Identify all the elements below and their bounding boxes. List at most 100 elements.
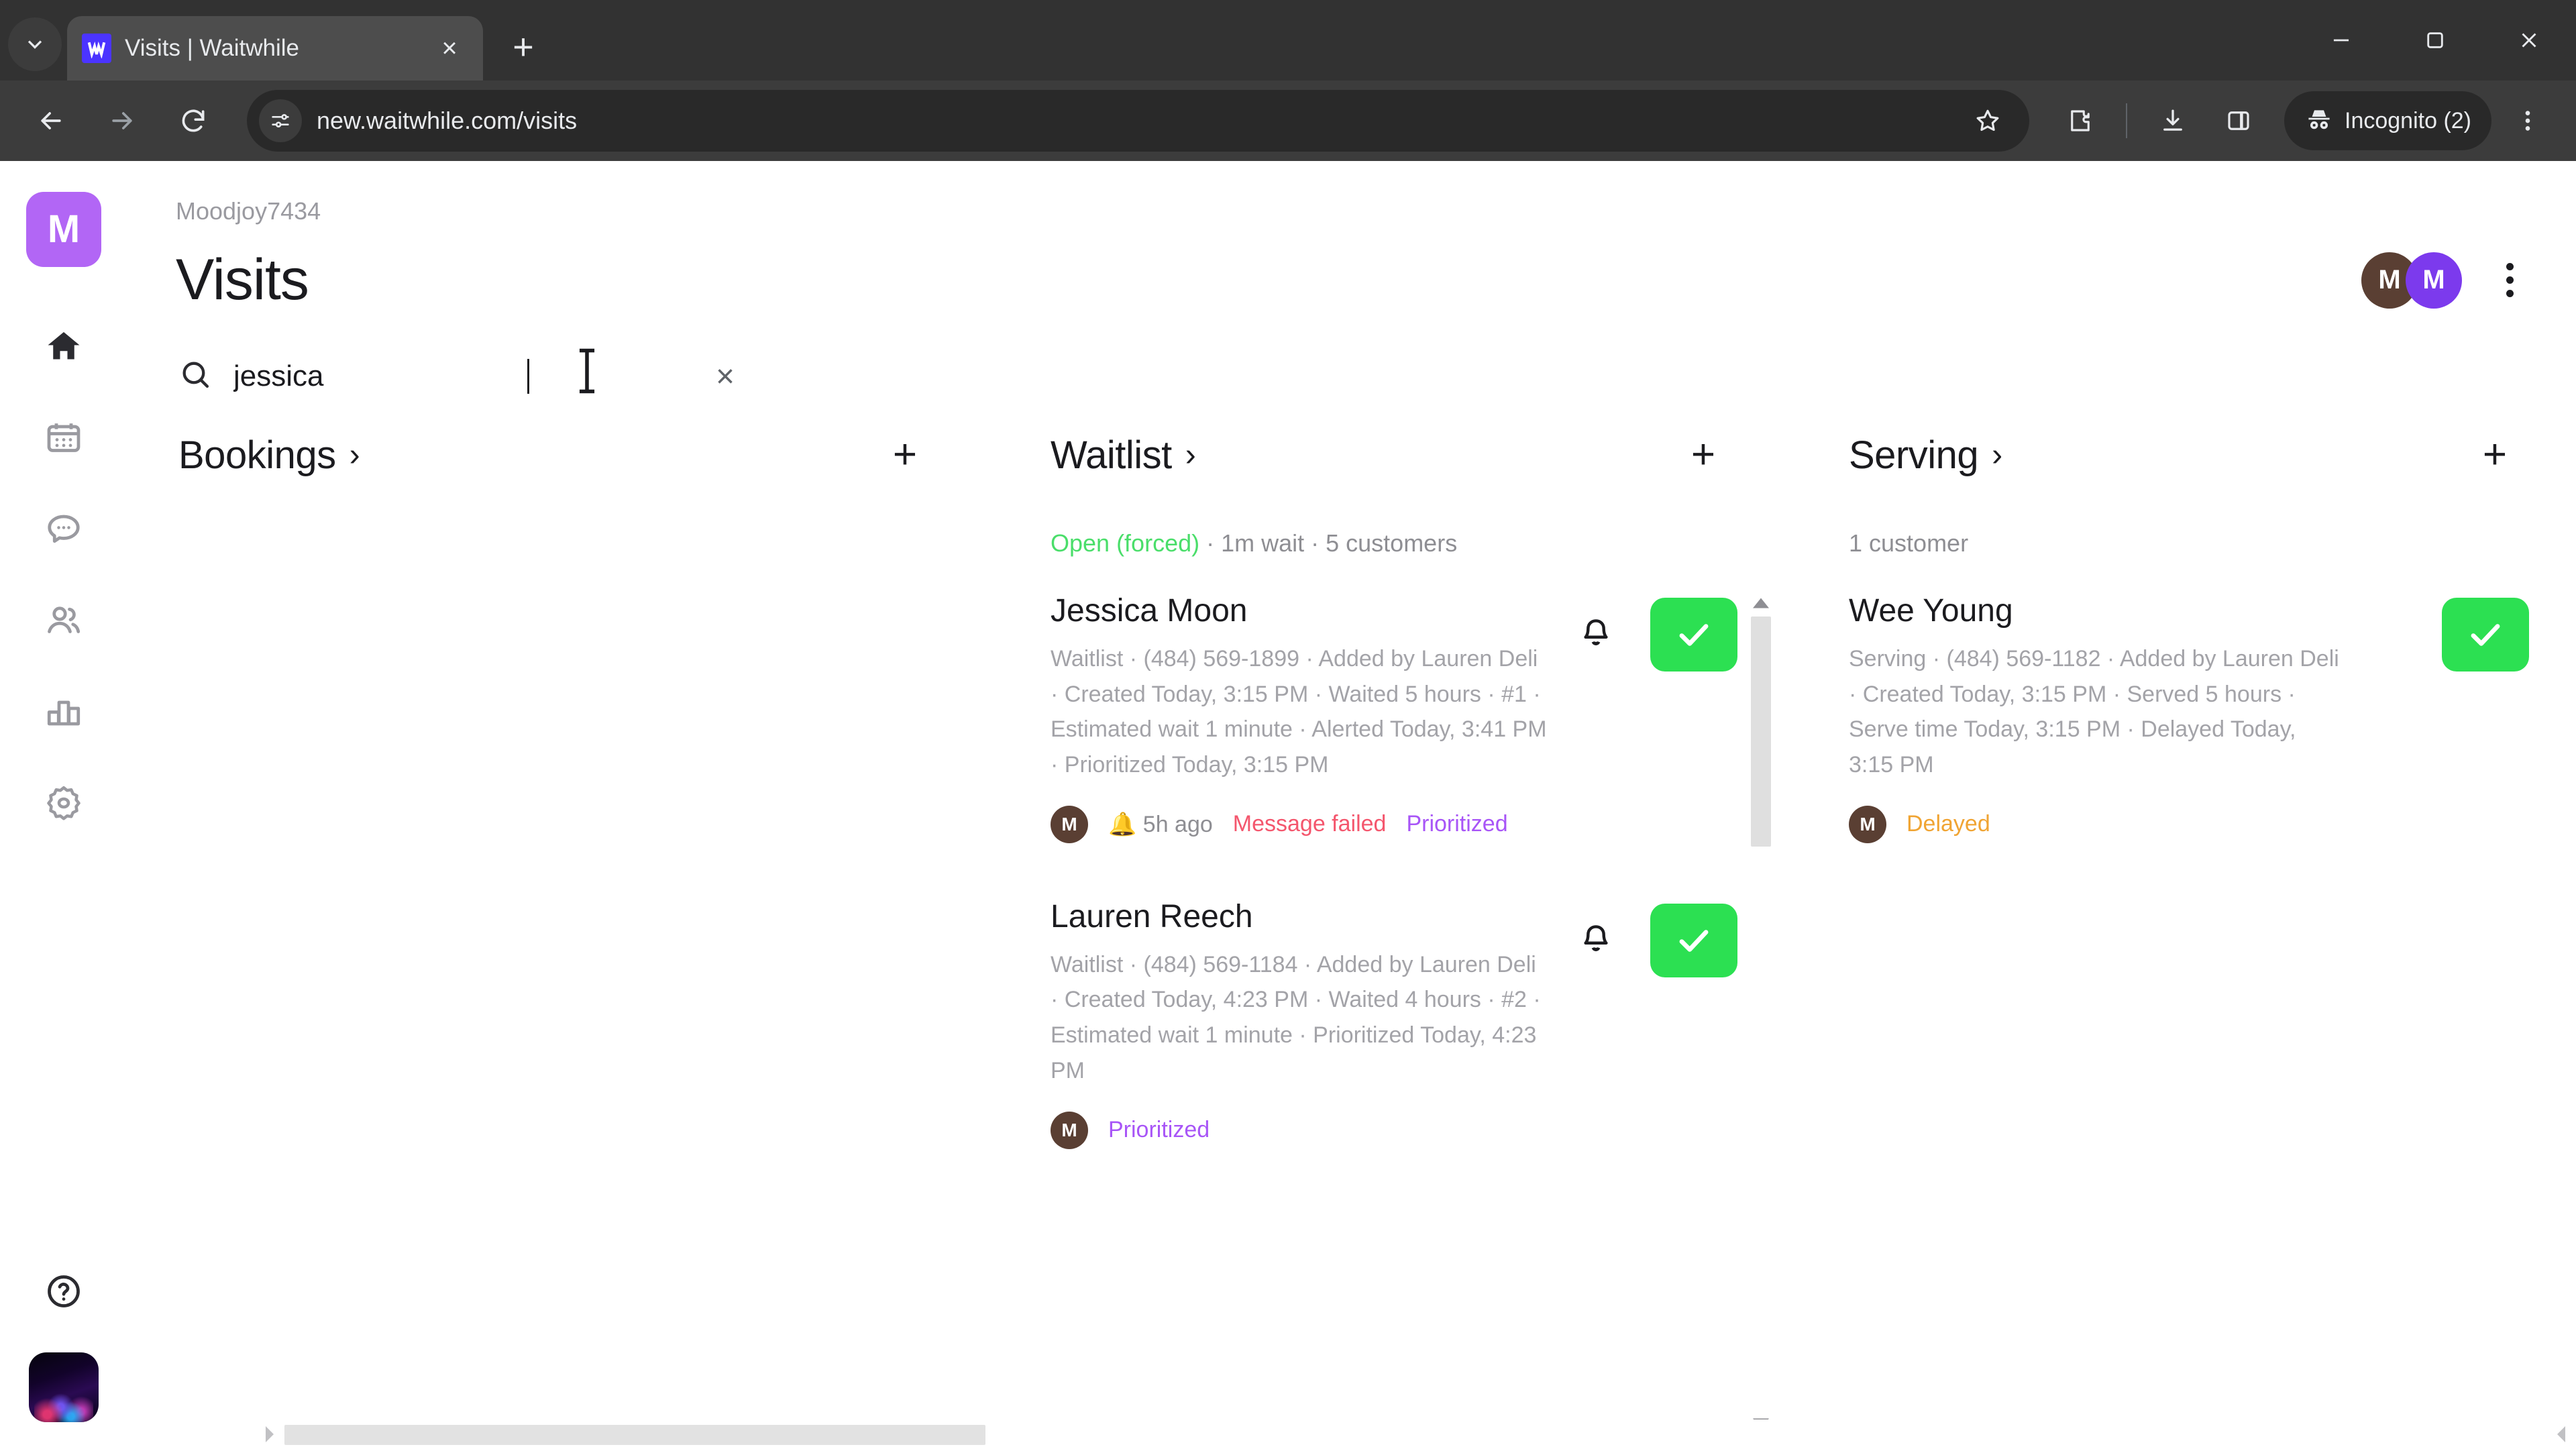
sidebar-brand-logo[interactable]: M — [26, 192, 101, 267]
breadcrumb[interactable]: Moodjoy7434 — [127, 161, 2576, 225]
close-window-button[interactable] — [2482, 0, 2576, 80]
status-badge-prioritized: Prioritized — [1108, 1117, 1210, 1142]
column-header: Waitlist › + — [1051, 430, 1775, 480]
status-badge-prioritized: Prioritized — [1406, 811, 1508, 837]
bar-chart-icon — [47, 700, 80, 726]
column-label: Bookings — [178, 433, 336, 477]
maximize-button[interactable] — [2388, 0, 2482, 80]
sidebar-item-settings[interactable] — [34, 773, 94, 833]
clear-search-button[interactable]: × — [704, 355, 747, 398]
sidebar-item-messages[interactable] — [34, 499, 94, 559]
incognito-icon — [2308, 110, 2330, 129]
sidebar-item-customers[interactable] — [34, 590, 94, 651]
chevron-right-icon: › — [349, 437, 360, 473]
visit-customer-name: Lauren Reech — [1051, 898, 1253, 934]
sidebar-item-home[interactable] — [34, 317, 94, 377]
ibeam-cursor-icon — [579, 348, 595, 394]
visit-card[interactable]: Lauren Reech Waitlist · (484) 569-1184 ·… — [1051, 898, 1737, 1149]
column-title-waitlist[interactable]: Waitlist › — [1051, 433, 1196, 478]
visit-card-top: Wee Young Serving · (484) 569-1182 · Add… — [1849, 592, 2529, 783]
star-icon — [1976, 109, 1999, 131]
reload-button[interactable] — [161, 89, 225, 153]
sidebar-item-calendar[interactable] — [34, 408, 94, 468]
visit-customer-name: Wee Young — [1849, 593, 2013, 629]
visit-card[interactable]: Jessica Moon Waitlist · (484) 569-1899 ·… — [1051, 592, 1737, 843]
column-header: Bookings › + — [178, 430, 977, 480]
avatar[interactable]: M — [2406, 252, 2462, 309]
column-label: Waitlist — [1051, 433, 1172, 477]
waitlist-vertical-scrollbar[interactable] — [1747, 590, 1775, 1437]
bookmark-button[interactable] — [1958, 91, 2017, 150]
window-close-icon — [2522, 33, 2536, 48]
notify-button[interactable] — [1572, 611, 1619, 658]
help-button[interactable] — [34, 1261, 94, 1322]
home-icon — [48, 332, 80, 360]
browser-toolbar: new.waitwhile.com/visits Incognito (2) — [0, 80, 2576, 161]
visit-card-main: Lauren Reech Waitlist · (484) 569-1184 ·… — [1051, 898, 1572, 1089]
incognito-profile-button[interactable]: Incognito (2) — [2284, 91, 2491, 150]
status-badge-time: 🔔 5h ago — [1108, 811, 1213, 837]
scroll-left-button[interactable] — [255, 1424, 284, 1444]
new-tab-button[interactable]: + — [498, 21, 549, 72]
visit-card-main: Jessica Moon Waitlist · (484) 569-1899 ·… — [1051, 592, 1572, 783]
column-waitlist: Waitlist › + Open (forced) · 1m wait · 5… — [977, 430, 1775, 1449]
column-title-bookings[interactable]: Bookings › — [178, 433, 360, 478]
magnifier-icon — [182, 362, 209, 388]
tab-search-button[interactable] — [8, 17, 62, 71]
site-settings-button[interactable] — [259, 99, 302, 142]
add-serving-visit-button[interactable]: + — [2470, 430, 2520, 480]
omnibox-actions — [1958, 91, 2017, 150]
sidebar-nav — [34, 317, 94, 833]
browser-tab[interactable]: Visits | Waitwhile × — [67, 16, 483, 80]
scroll-up-button[interactable] — [1751, 590, 1771, 616]
forward-button[interactable] — [90, 89, 154, 153]
serve-customer-button[interactable] — [1650, 903, 1737, 977]
waitlist-meta-text: · 1m wait · 5 customers — [1199, 529, 1458, 557]
back-button[interactable] — [19, 89, 83, 153]
column-title-serving[interactable]: Serving › — [1849, 433, 2002, 478]
board-horizontal-scrollbar[interactable] — [255, 1419, 2576, 1449]
add-waitlist-visit-button[interactable]: + — [1678, 430, 1728, 480]
scrollbar-track[interactable] — [284, 1419, 2546, 1449]
serve-customer-button[interactable] — [1650, 598, 1737, 672]
scrollbar-thumb[interactable] — [284, 1425, 986, 1445]
side-panel-button[interactable] — [2209, 91, 2268, 150]
browser-window: Visits | Waitwhile × + new.waitwhile.com… — [0, 0, 2576, 1449]
minimize-button[interactable] — [2294, 0, 2388, 80]
tab-title: Visits | Waitwhile — [125, 35, 299, 61]
scrollbar-thumb[interactable] — [1751, 616, 1771, 847]
reload-icon — [182, 109, 205, 132]
dot — [2506, 290, 2514, 297]
forward-arrow-icon — [112, 112, 132, 129]
search-icon — [178, 358, 213, 396]
calendar-icon — [47, 423, 80, 452]
extensions-button[interactable] — [2051, 91, 2110, 150]
complete-visit-button[interactable] — [2442, 598, 2529, 672]
waitlist-status-line: Open (forced) · 1m wait · 5 customers — [1051, 529, 1775, 557]
scrollbar-track[interactable] — [1747, 616, 1775, 1410]
downloads-button[interactable] — [2143, 91, 2202, 150]
column-serving: Serving › + 1 customer Wee Young Serving… — [1775, 430, 2567, 1449]
column-label: Serving — [1849, 433, 1979, 477]
visit-card-main: Wee Young Serving · (484) 569-1182 · Add… — [1849, 592, 2442, 783]
scroll-right-button[interactable] — [2546, 1424, 2576, 1444]
main-content: Moodjoy7434 Visits M M jessica × Booking… — [127, 161, 2576, 1449]
window-controls — [2294, 0, 2576, 80]
people-icon — [48, 606, 80, 633]
address-bar[interactable]: new.waitwhile.com/visits — [247, 90, 2029, 152]
bell-icon — [1584, 925, 1608, 951]
notify-button[interactable] — [1572, 917, 1619, 964]
user-profile-avatar[interactable] — [29, 1352, 99, 1422]
waitwhile-favicon — [82, 34, 111, 63]
assignee-avatar: M — [1849, 805, 1886, 843]
waitlist-card-list: Jessica Moon Waitlist · (484) 569-1899 ·… — [1051, 592, 1775, 1149]
search-input[interactable] — [233, 360, 515, 393]
visit-card[interactable]: Wee Young Serving · (484) 569-1182 · Add… — [1849, 592, 2529, 843]
sidebar-item-analytics[interactable] — [34, 682, 94, 742]
add-booking-button[interactable]: + — [880, 430, 930, 480]
sidebar-footer — [29, 1261, 99, 1422]
tab-close-button[interactable]: × — [431, 30, 468, 67]
page-menu-button[interactable] — [2486, 257, 2533, 304]
back-arrow-icon — [41, 112, 61, 129]
browser-menu-button[interactable] — [2498, 91, 2557, 150]
